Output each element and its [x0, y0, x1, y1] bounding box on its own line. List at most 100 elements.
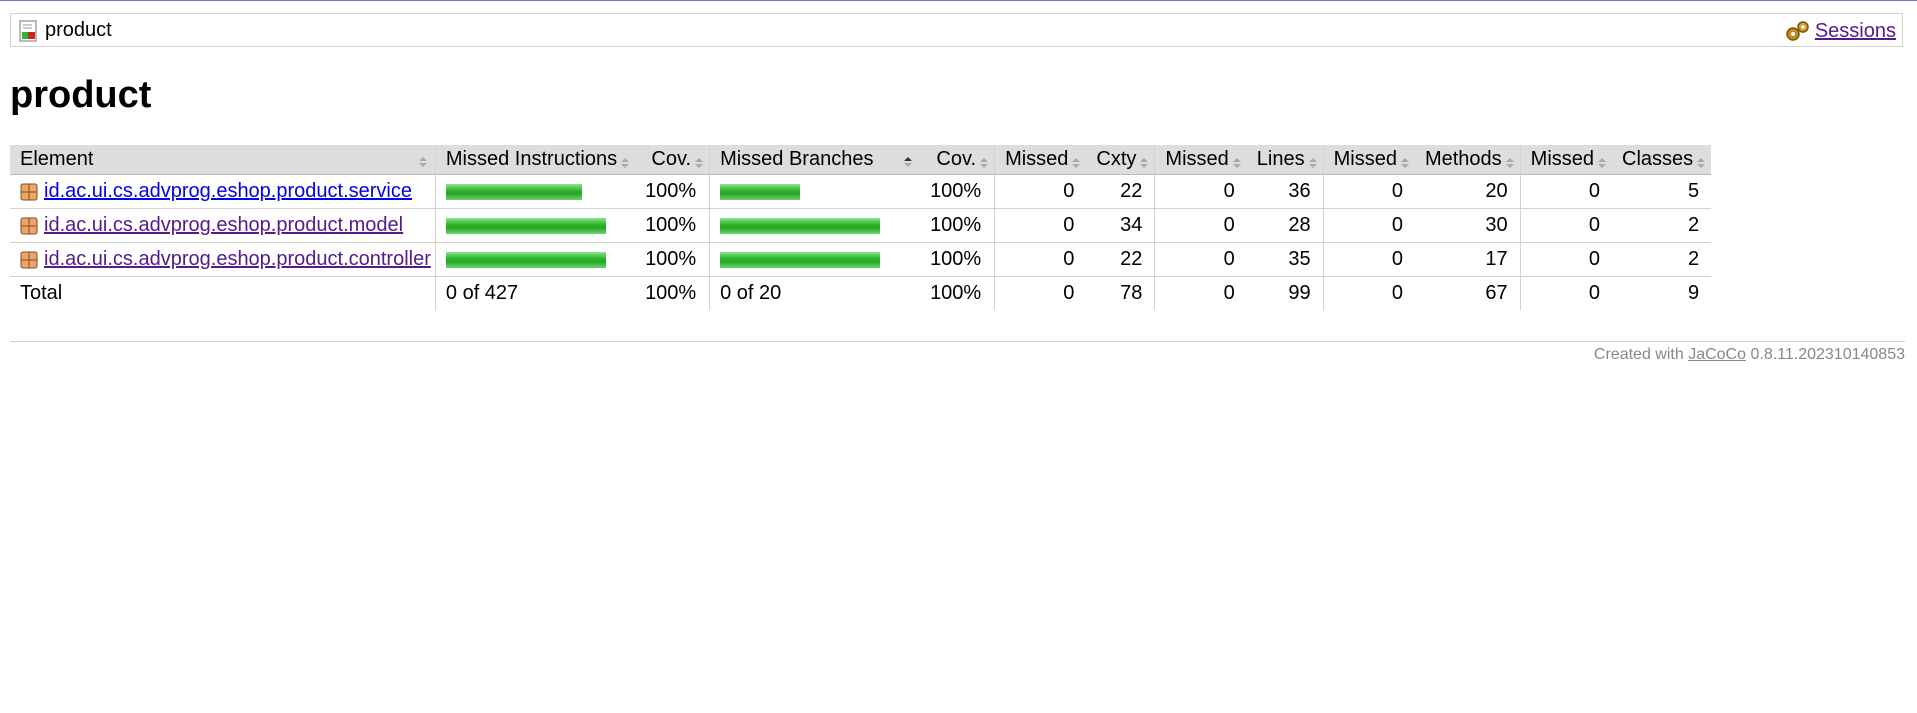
- lines: 36: [1246, 174, 1324, 209]
- element-cell: id.ac.ui.cs.advprog.eshop.product.contro…: [10, 242, 436, 277]
- gears-icon: [1785, 19, 1811, 43]
- instructions-cov: 100%: [635, 242, 710, 277]
- sort-icon: [1070, 153, 1082, 168]
- header-branches-cov[interactable]: Cov.: [920, 145, 995, 175]
- instructions-coverage-bar: [445, 251, 606, 268]
- total-instructions-cov: 100%: [645, 282, 697, 304]
- element-cell: id.ac.ui.cs.advprog.eshop.product.servic…: [10, 174, 436, 209]
- package-link[interactable]: id.ac.ui.cs.advprog.eshop.product.model: [44, 214, 403, 237]
- missed-lines: 0: [1154, 208, 1247, 243]
- sort-icon: [1231, 153, 1243, 168]
- header-element[interactable]: Element: [10, 145, 436, 175]
- branches-coverage-bar: [720, 183, 801, 200]
- missed-lines: 0: [1154, 242, 1247, 277]
- cxty: 22: [1086, 242, 1155, 277]
- total-missed-lines: 0: [1154, 276, 1247, 310]
- sort-down-icon: [902, 152, 914, 167]
- header-missed-cxty[interactable]: Missed: [994, 145, 1087, 175]
- breadcrumb-right: Sessions: [1785, 19, 1896, 43]
- methods: 17: [1414, 242, 1521, 277]
- branches-cov: 100%: [920, 242, 995, 277]
- sort-icon: [1307, 153, 1319, 168]
- total-missed-classes: 0: [1519, 276, 1613, 310]
- header-methods[interactable]: Methods: [1414, 145, 1521, 175]
- instructions-bar-cell: [434, 174, 636, 209]
- sort-icon: [978, 153, 990, 168]
- classes: 2: [1612, 208, 1712, 243]
- sort-icon: [1399, 153, 1411, 168]
- missed-methods: 0: [1322, 174, 1415, 209]
- table-row: id.ac.ui.cs.advprog.eshop.product.servic…: [10, 174, 1712, 209]
- classes: 5: [1612, 174, 1712, 209]
- methods: 20: [1414, 174, 1521, 209]
- instructions-coverage-bar: [445, 183, 582, 200]
- sort-icon: [417, 152, 429, 167]
- missed-lines: 0: [1154, 174, 1247, 209]
- total-instructions: 0 of 427: [434, 276, 636, 310]
- breadcrumb: product Sessions: [10, 13, 1903, 47]
- table-row: id.ac.ui.cs.advprog.eshop.product.contro…: [10, 242, 1712, 277]
- package-link[interactable]: id.ac.ui.cs.advprog.eshop.product.contro…: [44, 248, 431, 271]
- table-row: id.ac.ui.cs.advprog.eshop.product.model 1…: [10, 208, 1712, 243]
- header-instructions-cov[interactable]: Cov.: [635, 145, 710, 175]
- total-missed-methods: 0: [1322, 276, 1415, 310]
- element-cell: id.ac.ui.cs.advprog.eshop.product.model: [10, 208, 436, 243]
- total-branches-cov: 100%: [930, 282, 982, 304]
- total-missed-cxty: 0: [994, 276, 1087, 310]
- instructions-bar-cell: [434, 242, 636, 277]
- header-missed-lines[interactable]: Missed: [1154, 145, 1247, 175]
- lines: 35: [1246, 242, 1324, 277]
- total-label: Total: [20, 282, 63, 304]
- header-classes[interactable]: Classes: [1612, 145, 1712, 175]
- header-cxty[interactable]: Cxty: [1086, 145, 1155, 175]
- branches-coverage-bar: [720, 217, 881, 234]
- header-missed-instructions[interactable]: Missed Instructions: [434, 145, 636, 175]
- header-missed-branches[interactable]: Missed Branches: [709, 145, 921, 175]
- missed-cxty: 0: [994, 174, 1087, 209]
- total-cxty: 78: [1120, 282, 1143, 304]
- total-row: Total 0 of 427 100% 0 of 20 100% 0 78 0 …: [10, 276, 1711, 310]
- missed-methods: 0: [1322, 208, 1415, 243]
- methods: 30: [1414, 208, 1521, 243]
- sort-icon: [619, 153, 631, 168]
- missed-cxty: 0: [994, 242, 1087, 277]
- sort-icon: [1504, 153, 1516, 168]
- total-methods: 67: [1485, 282, 1508, 304]
- sort-icon: [693, 153, 705, 168]
- header-missed-classes[interactable]: Missed: [1519, 145, 1613, 175]
- missed-cxty: 0: [994, 208, 1087, 243]
- footer-divider: [10, 341, 1905, 342]
- total-lines: 99: [1288, 282, 1311, 304]
- breadcrumb-left: product: [19, 19, 112, 42]
- missed-methods: 0: [1322, 242, 1415, 277]
- sort-icon: [1596, 153, 1608, 168]
- header-missed-methods[interactable]: Missed: [1322, 145, 1415, 175]
- missed-classes: 0: [1519, 208, 1613, 243]
- sessions-link[interactable]: Sessions: [1815, 20, 1896, 43]
- footer: Created with JaCoCo 0.8.11.202310140853: [1594, 346, 1905, 364]
- missed-classes: 0: [1519, 242, 1613, 277]
- branches-cov: 100%: [920, 174, 995, 209]
- package-icon: [20, 217, 38, 235]
- cxty: 34: [1086, 208, 1155, 243]
- report-icon: [19, 20, 39, 42]
- branches-bar-cell: [709, 242, 921, 277]
- package-icon: [20, 251, 38, 269]
- cxty: 22: [1086, 174, 1155, 209]
- lines: 28: [1246, 208, 1324, 243]
- missed-classes: 0: [1519, 174, 1613, 209]
- branches-cov: 100%: [920, 208, 995, 243]
- instructions-bar-cell: [434, 208, 636, 243]
- top-border: [0, 0, 1917, 1]
- package-icon: [20, 183, 38, 201]
- instructions-coverage-bar: [445, 217, 606, 234]
- sort-icon: [1138, 153, 1150, 168]
- package-link[interactable]: id.ac.ui.cs.advprog.eshop.product.servic…: [44, 180, 412, 203]
- classes: 2: [1612, 242, 1712, 277]
- jacoco-link[interactable]: JaCoCo: [1688, 346, 1746, 363]
- branches-bar-cell: [709, 174, 921, 209]
- header-lines[interactable]: Lines: [1246, 145, 1324, 175]
- footer-version: 0.8.11.202310140853: [1750, 346, 1905, 363]
- sort-icon: [1695, 153, 1707, 168]
- footer-prefix: Created with: [1593, 346, 1684, 363]
